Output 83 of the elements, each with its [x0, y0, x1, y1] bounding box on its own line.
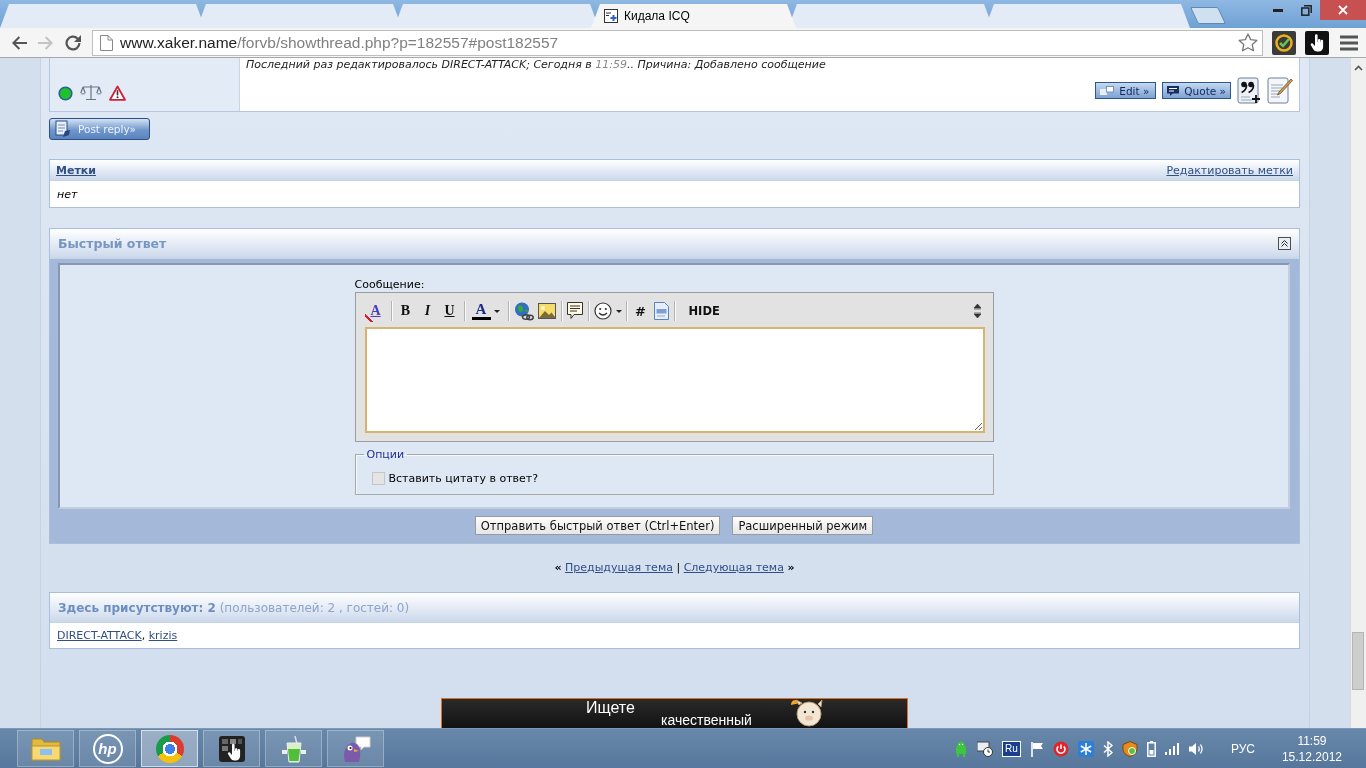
signal-icon[interactable] — [1164, 742, 1179, 755]
user-link[interactable]: DIRECT-ATTACK — [57, 629, 142, 642]
tags-value: нет — [57, 187, 78, 201]
online-users-title: Здесь присутствуют: 2 (пользователей: 2 , гостей: 0) — [58, 600, 410, 615]
quote-marks-icon[interactable] — [1237, 77, 1261, 104]
forward-arrow-icon — [36, 33, 55, 52]
close-icon — [1338, 5, 1348, 15]
advanced-mode-button[interactable]: Расширенный режим — [732, 516, 874, 535]
shield-icon[interactable] — [1121, 740, 1138, 757]
circle-logo-icon — [155, 734, 184, 763]
message-field[interactable] — [364, 327, 985, 433]
bluetooth-icon[interactable] — [1102, 740, 1113, 757]
italic-button[interactable]: I — [417, 300, 438, 322]
site-icon — [604, 9, 618, 23]
browser-tab[interactable]: Кидала ICQ — [591, 4, 796, 28]
scroll-up-icon[interactable] — [1354, 65, 1363, 71]
collapse-icon[interactable] — [1278, 237, 1291, 250]
document-icon[interactable] — [653, 302, 669, 320]
options-legend: Опции — [363, 448, 408, 461]
speech-bubble-icon — [1167, 85, 1180, 96]
warning-icon[interactable] — [109, 85, 126, 101]
banner-subline: качественный — [661, 713, 752, 728]
clock[interactable]: 11:59 15.12.2012 — [1281, 732, 1342, 765]
next-thread-link[interactable]: Следующая тема — [683, 561, 784, 574]
address-bar[interactable]: www.xaker.name/forvb/showthread.php?p=182557#post182557 — [92, 29, 1263, 56]
input-language[interactable]: РУС — [1230, 741, 1255, 756]
snowflake-icon[interactable] — [1077, 740, 1094, 757]
smiley-icon[interactable] — [593, 302, 612, 320]
battery-icon[interactable] — [1146, 740, 1156, 757]
edit-tags-link[interactable]: Редактировать метки — [1166, 163, 1293, 177]
banner-headline: Ищете — [586, 700, 635, 716]
font-color-button[interactable]: A — [468, 300, 504, 322]
clock-icon[interactable] — [977, 740, 994, 757]
volume-icon[interactable] — [1187, 741, 1204, 756]
globe-link-icon[interactable] — [513, 301, 534, 321]
restore-icon — [1300, 4, 1312, 16]
hp-logo: hp — [92, 733, 123, 764]
checkbox-label: Вставить цитату в ответ? — [388, 472, 539, 485]
document-icon — [54, 120, 72, 138]
scales-icon[interactable] — [80, 83, 102, 101]
page-pencil-icon[interactable] — [1267, 77, 1293, 104]
code-button[interactable]: # — [630, 300, 651, 322]
flag-icon[interactable] — [1029, 740, 1044, 757]
squares-icon — [1100, 86, 1115, 95]
caret-icon[interactable] — [615, 309, 622, 313]
language-badge[interactable]: Ru — [1002, 740, 1021, 757]
hand-cursor-icon — [218, 735, 245, 762]
user-link[interactable]: krizis — [148, 629, 178, 642]
bold-button[interactable]: B — [395, 300, 416, 322]
resize-arrows-icon[interactable] — [973, 304, 981, 318]
caret-icon — [493, 309, 500, 313]
ad-banner[interactable]: Ищете качественный — [441, 698, 908, 728]
hand-pointer-icon[interactable] — [1305, 30, 1329, 55]
reload-icon — [63, 33, 82, 52]
back-arrow-icon — [9, 33, 28, 52]
edit-button[interactable]: Edit » — [1095, 82, 1157, 99]
quick-reply-title: Быстрый ответ — [58, 236, 167, 251]
power-icon[interactable] — [1052, 740, 1069, 757]
check-circle-icon[interactable] — [1272, 30, 1296, 55]
online-users-list: DIRECT-ATTACK, krizis — [57, 629, 178, 642]
hide-button[interactable]: HIDE — [678, 300, 730, 322]
folder-icon — [30, 736, 61, 761]
page-icon — [100, 34, 113, 51]
menu-icon[interactable] — [1340, 34, 1358, 51]
tags-link[interactable]: Метки — [56, 163, 96, 177]
color-bar-icon — [471, 317, 491, 320]
glass-icon — [280, 734, 307, 763]
image-icon[interactable] — [537, 303, 556, 319]
taskbar-button[interactable] — [203, 730, 260, 767]
note-icon[interactable] — [566, 302, 583, 320]
new-tab-button[interactable] — [1190, 7, 1226, 24]
close-button[interactable] — [1320, 0, 1366, 20]
quote-button[interactable]: Quote » — [1162, 82, 1231, 99]
bookmark-star-icon[interactable] — [1238, 33, 1258, 52]
thread-navigation: « Предыдущая тема | Следующая тема » — [553, 561, 796, 574]
scrollbar[interactable] — [1350, 58, 1366, 728]
submit-reply-button[interactable]: Отправить быстрый ответ (Ctrl+Enter) — [474, 516, 721, 535]
minimize-icon — [1273, 8, 1283, 12]
underline-button[interactable]: U — [439, 300, 460, 322]
message-label: Сообщение: — [354, 278, 425, 291]
edit-note: Последний раз редактировалось DIRECT-ATTACK; Сегодня в 11:59.. Причина: Добавлено сообщение — [246, 58, 827, 71]
scrollbar-thumb[interactable] — [1352, 632, 1364, 690]
previous-thread-link[interactable]: Предыдущая тема — [565, 561, 673, 574]
